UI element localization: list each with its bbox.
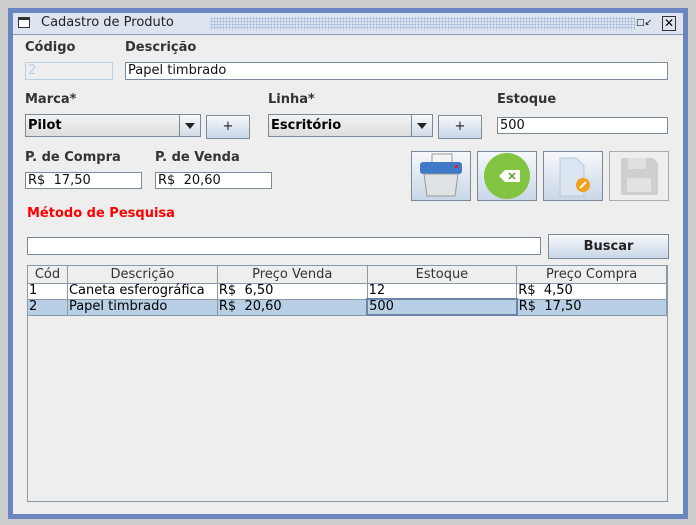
add-linha-button[interactable]: + [438,115,482,139]
venda-label: P. de Venda [155,150,240,165]
close-icon[interactable]: ✕ [662,16,676,31]
window-title: Cadastro de Produto [41,15,174,30]
search-button[interactable]: Buscar [548,234,669,259]
title-bar[interactable]: Cadastro de Produto □↙ ✕ [13,13,683,35]
cell-descricao[interactable]: Caneta esferográfica [66,283,218,300]
linha-select[interactable]: Escritório [268,114,433,137]
add-marca-button[interactable]: + [206,115,250,139]
venda-input[interactable]: R$ 20,60 [155,172,272,189]
cell-estoque[interactable]: 500 [366,298,518,316]
codigo-label: Código [25,40,76,55]
window-icon [18,17,30,28]
marca-select[interactable]: Pilot [25,114,201,137]
col-header-estoque[interactable]: Estoque [366,265,518,284]
cell-preco-venda[interactable]: R$ 6,50 [216,283,368,300]
save-icon [621,158,658,195]
products-table[interactable]: Cód Descrição Preço Venda Estoque Preço … [27,265,668,502]
clear-icon [484,153,530,199]
col-header-cod[interactable]: Cód [27,265,68,284]
chevron-down-icon[interactable] [179,115,200,136]
save-button[interactable] [609,151,669,201]
search-method-label: Método de Pesquisa [27,206,175,221]
chevron-down-icon[interactable] [411,115,432,136]
clear-button[interactable] [477,151,537,201]
cell-preco-compra[interactable]: R$ 4,50 [516,283,667,300]
table-header: Cód Descrição Preço Venda Estoque Preço … [27,265,667,284]
estoque-label: Estoque [497,92,557,107]
col-header-preco-venda[interactable]: Preço Venda [216,265,368,284]
codigo-field: 2 [25,62,113,80]
col-header-descricao[interactable]: Descrição [66,265,218,284]
cell-preco-venda[interactable]: R$ 20,60 [216,298,368,316]
col-header-preco-compra[interactable]: Preço Compra [516,265,667,284]
descricao-input[interactable]: Papel timbrado [125,62,668,80]
edit-document-icon [559,157,590,197]
delete-button[interactable] [411,151,471,201]
title-bar-texture [210,17,635,30]
marca-value: Pilot [28,118,62,133]
restore-icon[interactable]: □↙ [636,17,652,29]
estoque-input[interactable]: 500 [497,117,668,134]
edit-button[interactable] [543,151,603,201]
compra-label: P. de Compra [25,150,121,165]
cell-cod[interactable]: 2 [27,298,68,316]
table-row[interactable]: 1 Caneta esferográfica R$ 6,50 12 R$ 4,5… [27,283,667,300]
linha-value: Escritório [271,118,342,133]
search-input[interactable] [27,237,541,255]
shredder-icon [420,153,462,197]
cell-preco-compra[interactable]: R$ 17,50 [516,298,667,316]
table-row-selected[interactable]: 2 Papel timbrado R$ 20,60 500 R$ 17,50 [27,298,667,316]
compra-input[interactable]: R$ 17,50 [25,172,142,189]
linha-label: Linha* [268,92,315,107]
marca-label: Marca* [25,92,77,107]
cell-descricao[interactable]: Papel timbrado [66,298,218,316]
descricao-label: Descrição [125,40,197,55]
cell-estoque[interactable]: 12 [366,283,518,300]
cell-cod[interactable]: 1 [27,283,68,300]
